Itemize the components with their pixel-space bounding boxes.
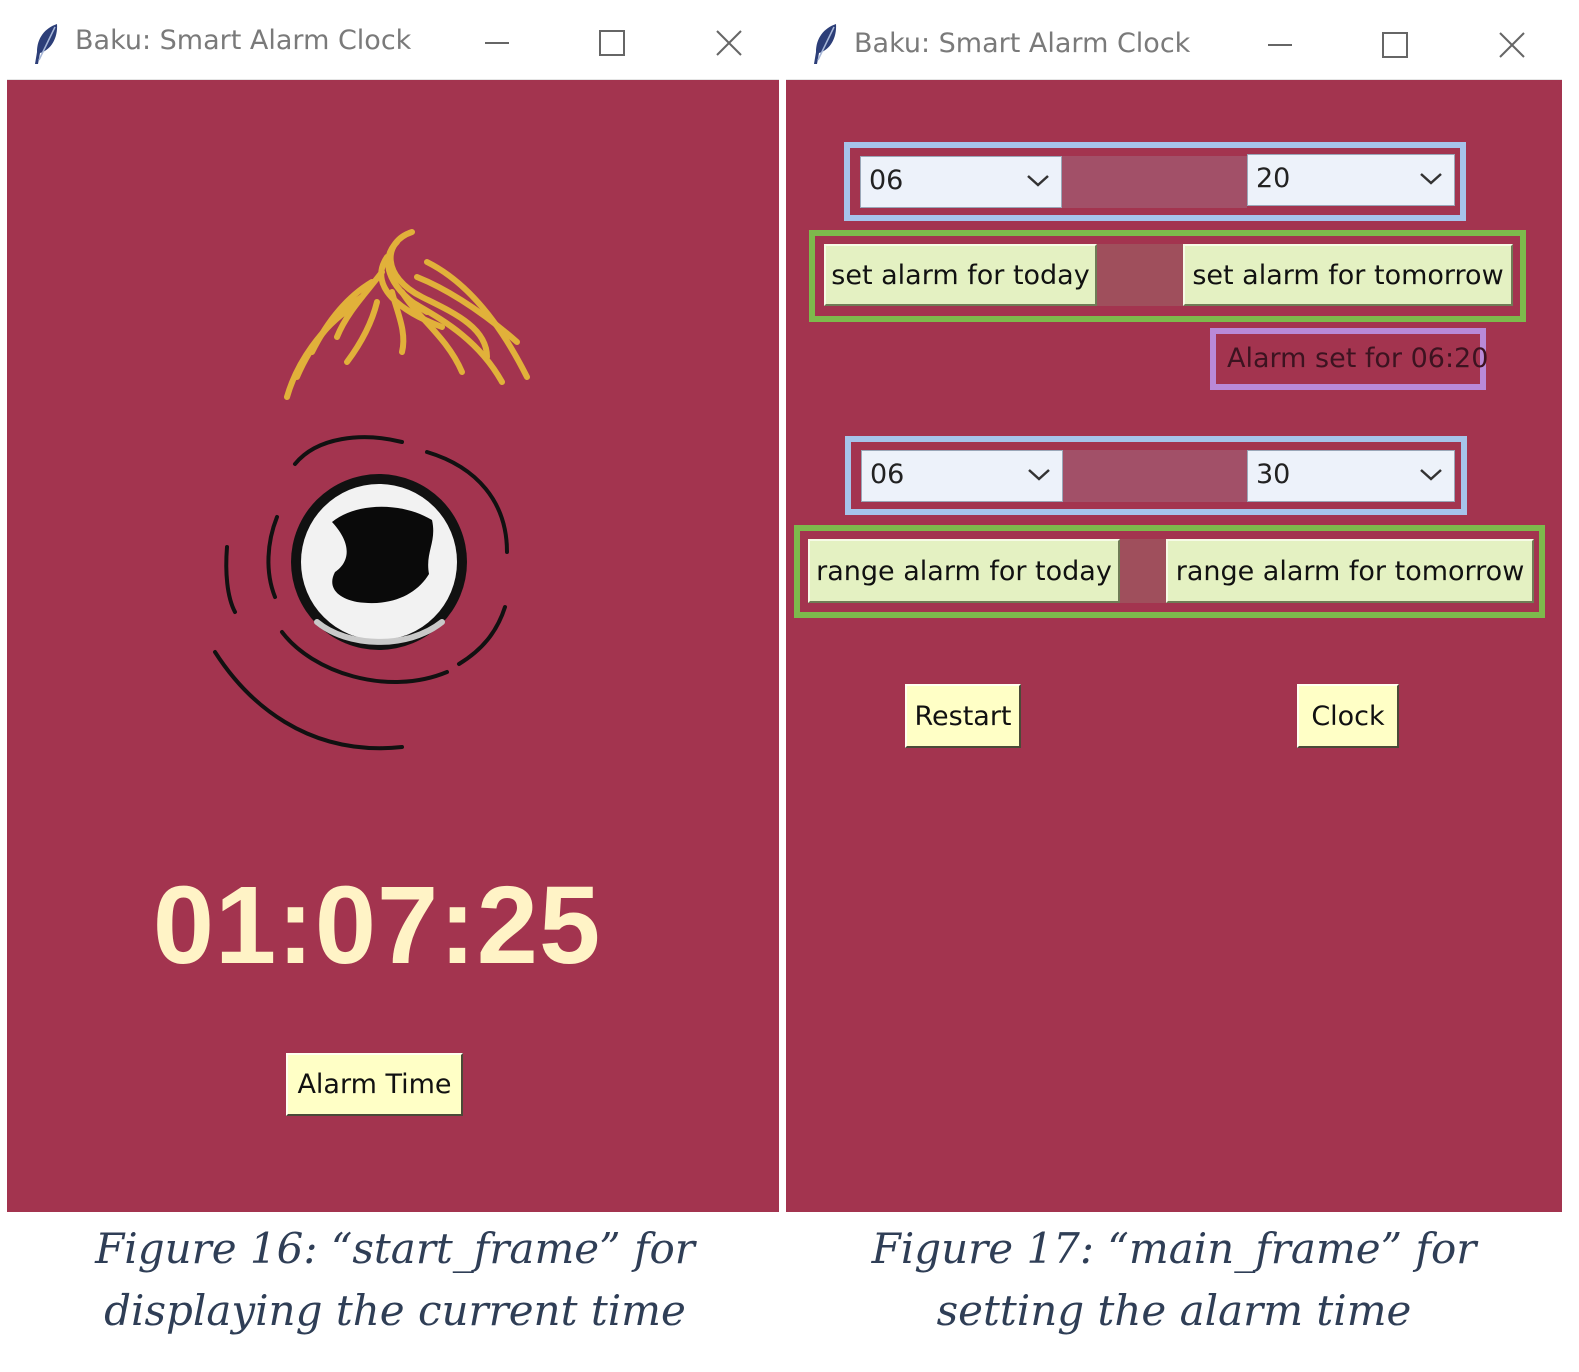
title-bar[interactable]: Baku: Smart Alarm Clock bbox=[786, 7, 1562, 80]
start-frame-window: Baku: Smart Alarm Clock 01:07:25 Alarm T… bbox=[7, 7, 779, 1212]
chevron-down-icon bbox=[1028, 469, 1050, 481]
alarm-status-label: Alarm set for 06:20 bbox=[1227, 343, 1489, 374]
frame-spacer bbox=[1063, 450, 1248, 502]
restart-button[interactable]: Restart bbox=[905, 684, 1021, 748]
range-minute-combobox[interactable]: 30 bbox=[1247, 450, 1455, 502]
maximize-icon[interactable] bbox=[590, 21, 634, 65]
set-alarm-today-button[interactable]: set alarm for today bbox=[824, 244, 1097, 306]
set-alarm-button-group: set alarm for today set alarm for tomorr… bbox=[809, 230, 1526, 322]
alarm-status-highlight: Alarm set for 06:20 bbox=[1210, 328, 1489, 390]
caption-line-2: displaying the current time bbox=[104, 1286, 686, 1335]
feather-icon bbox=[814, 24, 837, 64]
chevron-down-icon bbox=[1420, 173, 1442, 185]
range-alarm-today-button[interactable]: range alarm for today bbox=[808, 539, 1120, 603]
range-alarm-tomorrow-button[interactable]: range alarm for tomorrow bbox=[1166, 539, 1534, 603]
caption-line-1: Figure 17: “main_frame” for bbox=[871, 1224, 1477, 1273]
maximize-icon[interactable] bbox=[1373, 23, 1417, 67]
window-title: Baku: Smart Alarm Clock bbox=[854, 28, 1191, 59]
set-hour-value: 06 bbox=[869, 165, 904, 196]
current-time-display: 01:07:25 bbox=[152, 864, 602, 987]
clock-button[interactable]: Clock bbox=[1297, 684, 1399, 748]
set-hour-combobox[interactable]: 06 bbox=[860, 156, 1062, 208]
chevron-down-icon bbox=[1027, 175, 1049, 187]
title-bar[interactable]: Baku: Smart Alarm Clock bbox=[7, 7, 779, 80]
eye-mascot-illustration bbox=[213, 229, 530, 751]
set-minute-value: 20 bbox=[1256, 163, 1291, 194]
main-frame-window: Baku: Smart Alarm Clock 06 20 set alarm … bbox=[786, 7, 1562, 1212]
minimize-icon[interactable] bbox=[475, 21, 519, 65]
range-hour-value: 06 bbox=[870, 459, 905, 490]
figure-16-caption: Figure 16: “start_frame” for displaying … bbox=[0, 1218, 790, 1342]
frame-spacer bbox=[1062, 156, 1247, 208]
range-minute-value: 30 bbox=[1256, 459, 1291, 490]
caption-line-2: setting the alarm time bbox=[936, 1286, 1412, 1335]
range-time-selector-group: 06 30 bbox=[845, 436, 1467, 515]
feather-icon bbox=[35, 24, 58, 64]
set-minute-combobox[interactable]: 20 bbox=[1247, 154, 1455, 206]
golden-hair-tuft bbox=[284, 229, 530, 400]
alarm-time-button[interactable]: Alarm Time bbox=[286, 1053, 463, 1116]
caption-line-1: Figure 16: “start_frame” for bbox=[95, 1224, 695, 1273]
close-icon[interactable] bbox=[707, 21, 751, 65]
chevron-down-icon bbox=[1420, 469, 1442, 481]
figure-17-caption: Figure 17: “main_frame” for setting the … bbox=[786, 1218, 1562, 1342]
set-time-selector-group: 06 20 bbox=[844, 142, 1466, 221]
window-title: Baku: Smart Alarm Clock bbox=[75, 25, 412, 56]
set-alarm-tomorrow-button[interactable]: set alarm for tomorrow bbox=[1183, 244, 1513, 306]
frame-spacer bbox=[1097, 244, 1187, 306]
close-icon[interactable] bbox=[1490, 23, 1534, 67]
range-alarm-button-group: range alarm for today range alarm for to… bbox=[794, 525, 1545, 618]
range-hour-combobox[interactable]: 06 bbox=[861, 450, 1063, 502]
minimize-icon[interactable] bbox=[1258, 23, 1302, 67]
